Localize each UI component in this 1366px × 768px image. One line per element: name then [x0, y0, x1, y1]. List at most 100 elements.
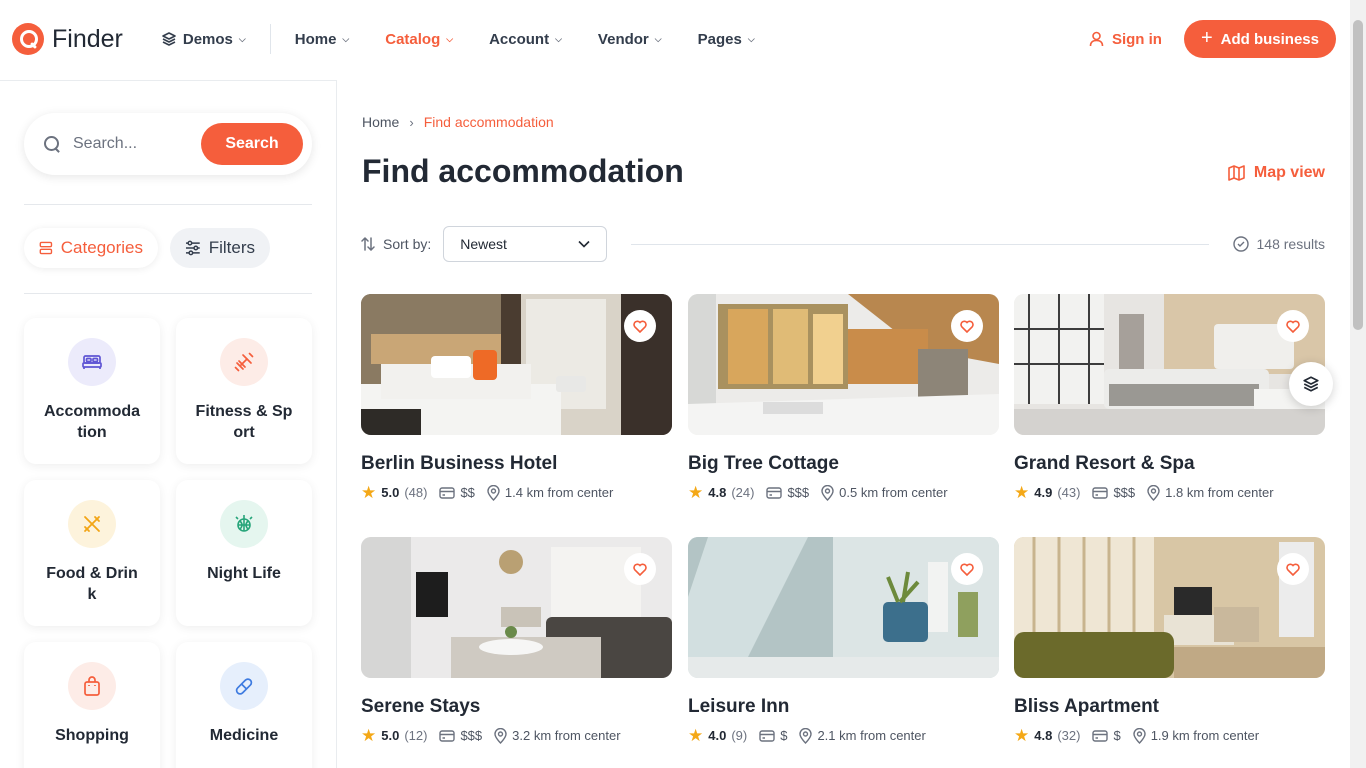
listing-card[interactable]: Berlin Business Hotel ★ 5.0 (48) $$ 1.4 … [361, 294, 672, 501]
map-pin-icon [821, 484, 834, 501]
chevron-down-icon: ⌵ [446, 34, 454, 44]
heart-icon [960, 319, 974, 333]
listing-price: $$$ [439, 728, 482, 743]
nav-divider [269, 24, 271, 54]
tab-categories[interactable]: Categories [24, 228, 158, 268]
add-business-button[interactable]: + Add business [1183, 20, 1336, 58]
search-icon [44, 136, 60, 152]
nav-catalog-label: Catalog [385, 30, 441, 48]
chevron-down-icon: ⌵ [555, 34, 562, 44]
nav-home[interactable]: Home ⌵ [277, 0, 368, 78]
listing-title[interactable]: Serene Stays [361, 696, 672, 718]
listing-rating: ★ 4.8 (24) [688, 484, 754, 501]
sign-in-link[interactable]: Sign in [1089, 31, 1162, 48]
page-title: Find accommodation [362, 153, 684, 189]
listing-card[interactable]: Grand Resort & Spa ★ 4.9 (43) $$$ 1.8 km… [1014, 294, 1325, 501]
favorite-button[interactable] [951, 310, 983, 342]
listing-photo[interactable] [1014, 537, 1325, 678]
nav-vendor[interactable]: Vendor ⌵ [580, 0, 680, 78]
layers-toggle-button[interactable] [1289, 362, 1333, 406]
star-icon: ★ [688, 726, 704, 745]
listing-price: $$$ [766, 485, 809, 500]
listing-title[interactable]: Big Tree Cottage [688, 453, 999, 475]
listing-title[interactable]: Berlin Business Hotel [361, 453, 672, 475]
category-food-drink[interactable]: Food & Drink [24, 480, 160, 626]
map-pin-icon [1132, 727, 1146, 744]
listing-photo[interactable] [688, 537, 999, 678]
category-medicine[interactable]: Medicine [176, 642, 312, 768]
category-night-life[interactable]: Night Life [176, 480, 312, 626]
sort-label-text: Sort by: [383, 236, 432, 252]
search-button[interactable]: Search [201, 123, 303, 165]
distance-value: 2.1 km from center [817, 728, 926, 743]
pill-icon [220, 662, 268, 710]
listing-photo[interactable] [688, 294, 999, 435]
listing-rating: ★ 4.9 (43) [1014, 484, 1080, 501]
nav-demos[interactable]: Demos ⌵ [161, 0, 264, 78]
credit-card-icon [1092, 486, 1109, 499]
price-value: $$$ [460, 728, 483, 743]
listing-meta: ★ 5.0 (12) $$$ 3.2 km from center [361, 727, 672, 744]
listing-photo[interactable] [1014, 294, 1325, 435]
heart-icon [1286, 562, 1300, 576]
review-count: (9) [731, 728, 748, 743]
nav-vendor-label: Vendor [597, 30, 649, 48]
tab-filters[interactable]: Filters [170, 228, 270, 268]
sort-select[interactable]: Newest [443, 226, 608, 262]
distance-value: 1.4 km from center [504, 485, 614, 500]
listing-title[interactable]: Bliss Apartment [1014, 696, 1325, 718]
nav-pages[interactable]: Pages ⌵ [680, 0, 773, 78]
rating-value: 4.8 [708, 485, 727, 500]
category-shopping[interactable]: Shopping [24, 642, 160, 768]
results-count: 148 results [1232, 236, 1325, 252]
check-circle-icon [1232, 236, 1249, 252]
price-value: $ [1113, 728, 1121, 743]
tab-filters-label: Filters [208, 238, 255, 257]
listing-price: $$$ [1092, 485, 1135, 500]
map-pin-icon [487, 484, 500, 501]
favorite-button[interactable] [624, 310, 656, 342]
category-fitness[interactable]: Fitness & Sport [176, 318, 312, 464]
page-scrollbar[interactable] [1350, 0, 1366, 768]
price-value: $ [780, 728, 788, 743]
listing-title[interactable]: Grand Resort & Spa [1014, 453, 1325, 475]
heart-icon [633, 319, 647, 333]
nav-demos-label: Demos [182, 30, 233, 48]
listing-photo[interactable] [361, 537, 672, 678]
utensils-icon [68, 500, 116, 548]
category-label: Accommodation [43, 403, 141, 441]
heart-icon [960, 562, 974, 576]
breadcrumb-home[interactable]: Home [362, 114, 399, 130]
listing-card[interactable]: Serene Stays ★ 5.0 (12) $$$ 3.2 km from … [361, 537, 672, 744]
chevron-down-icon: ⌵ [238, 34, 246, 44]
chevron-down-icon: ⌵ [747, 34, 755, 44]
category-accommodation[interactable]: Accommodation [24, 318, 160, 464]
dumbbell-icon [220, 338, 268, 386]
favorite-button[interactable] [951, 553, 983, 585]
listing-distance: 3.2 km from center [494, 727, 621, 744]
category-label: Fitness & Sport [195, 403, 293, 441]
listing-price: $ [1092, 728, 1121, 743]
nav-account[interactable]: Account ⌵ [471, 0, 580, 78]
distance-value: 1.9 km from center [1150, 728, 1260, 743]
credit-card-icon [439, 729, 456, 742]
brand-logo[interactable]: Finder [12, 23, 123, 55]
search-input[interactable] [73, 135, 193, 153]
listing-card[interactable]: Big Tree Cottage ★ 4.8 (24) $$$ 0.5 km f… [688, 294, 999, 501]
listing-rating: ★ 4.8 (32) [1014, 727, 1080, 744]
listing-photo[interactable] [361, 294, 672, 435]
favorite-button[interactable] [624, 553, 656, 585]
listing-card[interactable]: Bliss Apartment ★ 4.8 (32) $ 1.9 km from… [1014, 537, 1325, 744]
category-label: Food & Drink [46, 565, 138, 603]
listing-meta: ★ 4.9 (43) $$$ 1.8 km from center [1014, 484, 1325, 501]
listing-price: $ [759, 728, 787, 743]
scrollbar-thumb[interactable] [1353, 20, 1363, 330]
listing-card[interactable]: Leisure Inn ★ 4.0 (9) $ 2.1 km from cent… [688, 537, 999, 744]
listing-title[interactable]: Leisure Inn [688, 696, 999, 718]
favorite-button[interactable] [1277, 553, 1309, 585]
favorite-button[interactable] [1277, 310, 1309, 342]
listing-distance: 1.9 km from center [1132, 727, 1260, 744]
category-label: Night Life [207, 565, 281, 582]
map-view-link[interactable]: Map view [1228, 164, 1325, 182]
nav-catalog[interactable]: Catalog ⌵ [367, 0, 471, 78]
